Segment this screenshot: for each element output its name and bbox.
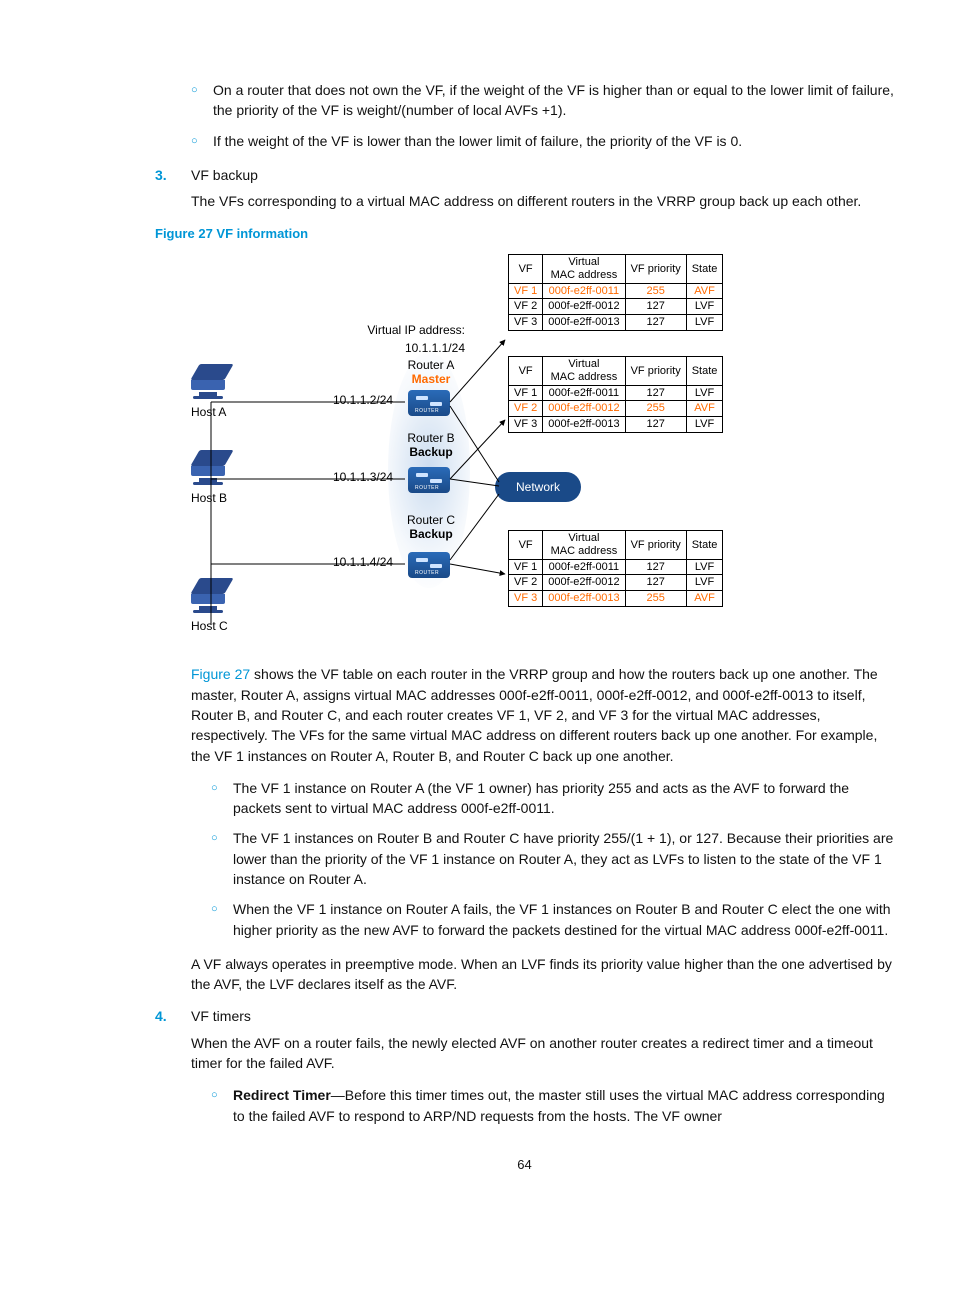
router-b-label: Router BBackup xyxy=(401,432,461,460)
figure-description: Figure 27 shows the VF table on each rou… xyxy=(191,664,894,765)
step-number: 3. xyxy=(155,165,191,185)
bullet: The VF 1 instances on Router B and Route… xyxy=(211,828,894,889)
network-cloud: Network xyxy=(495,472,581,502)
router-b-ip: 10.1.1.3/24 xyxy=(333,469,393,486)
router-c-icon xyxy=(408,552,450,578)
vf-table-b: VFVirtual MAC addressVF priorityState VF… xyxy=(508,356,723,432)
router-a-icon xyxy=(408,390,450,416)
bullets-top: On a router that does not own the VF, if… xyxy=(191,80,894,151)
step-title: VF backup xyxy=(191,165,894,185)
bullets-mid: The VF 1 instance on Router A (the VF 1 … xyxy=(211,778,894,940)
host-a-icon xyxy=(189,364,233,400)
bullet: On a router that does not own the VF, if… xyxy=(191,80,894,121)
step-number: 4. xyxy=(155,1006,191,1026)
preempt-paragraph: A VF always operates in preemptive mode.… xyxy=(191,954,894,995)
step-4: 4. VF timers xyxy=(155,1006,894,1026)
figure-caption: Figure 27 VF information xyxy=(155,225,894,244)
figure-diagram: Host A Host B Host C Virtual IP address:… xyxy=(175,254,755,644)
step-3: 3. VF backup xyxy=(155,165,894,185)
vf-table-a: VFVirtual MAC addressVF priorityState VF… xyxy=(508,254,723,330)
bullet: Redirect Timer—Before this timer times o… xyxy=(211,1085,894,1126)
step-body: When the AVF on a router fails, the newl… xyxy=(191,1033,894,1074)
host-a-label: Host A xyxy=(191,404,226,421)
step-title: VF timers xyxy=(191,1006,894,1026)
figure-ref: Figure 27 xyxy=(191,666,250,682)
host-b-icon xyxy=(189,450,233,486)
redirect-label: Redirect Timer xyxy=(233,1087,331,1103)
router-c-label: Router CBackup xyxy=(401,514,461,542)
bullets-bottom: Redirect Timer—Before this timer times o… xyxy=(211,1085,894,1126)
page-number: 64 xyxy=(155,1156,894,1175)
host-c-icon xyxy=(189,578,233,614)
router-c-ip: 10.1.1.4/24 xyxy=(333,554,393,571)
bullet: If the weight of the VF is lower than th… xyxy=(191,131,894,151)
vip-label: Virtual IP address:10.1.1.1/24 xyxy=(365,322,465,357)
bullet: When the VF 1 instance on Router A fails… xyxy=(211,899,894,940)
host-b-label: Host B xyxy=(191,490,227,507)
router-a-label: Router AMaster xyxy=(401,359,461,387)
step-body: The VFs corresponding to a virtual MAC a… xyxy=(191,191,894,211)
router-b-icon xyxy=(408,467,450,493)
router-a-ip: 10.1.1.2/24 xyxy=(333,392,393,409)
host-c-label: Host C xyxy=(191,618,228,635)
bullet: The VF 1 instance on Router A (the VF 1 … xyxy=(211,778,894,819)
vf-table-c: VFVirtual MAC addressVF priorityState VF… xyxy=(508,530,723,606)
